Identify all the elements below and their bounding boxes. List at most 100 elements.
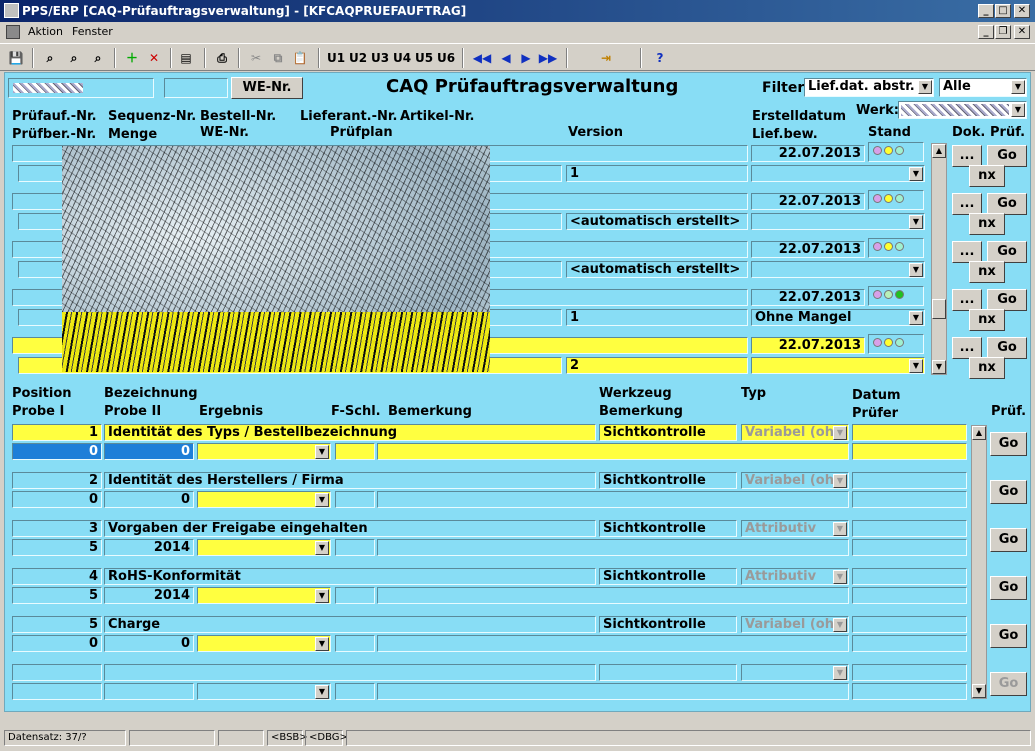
orders-scrollbar[interactable]: ▲ ▼	[931, 143, 947, 375]
scroll-thumb[interactable]	[932, 299, 946, 319]
nx-button[interactable]: nx	[969, 309, 1005, 331]
order-version[interactable]: 2	[566, 357, 748, 374]
query-execute-icon[interactable]: ⌕	[64, 48, 84, 68]
order-date[interactable]: 22.07.2013	[751, 337, 865, 354]
u3-button[interactable]: U3	[370, 48, 390, 68]
probe2-field[interactable]: 0	[104, 491, 194, 508]
chevron-down-icon[interactable]: ▼	[833, 474, 847, 488]
position-number[interactable]: 4	[12, 568, 102, 585]
liefbew-select[interactable]: ▼	[751, 213, 925, 230]
help-button[interactable]: ?	[650, 48, 670, 68]
position-datum[interactable]	[852, 616, 967, 633]
chevron-down-icon[interactable]: ▼	[315, 589, 329, 603]
chevron-down-icon[interactable]: ▼	[315, 541, 329, 555]
pruefer-field[interactable]	[852, 587, 967, 604]
position-werkzeug[interactable]: Sichtkontrolle	[599, 616, 737, 633]
bemerkung-field[interactable]	[377, 539, 849, 556]
probe2-field[interactable]: 0	[104, 443, 194, 460]
position-go-button[interactable]: Go	[990, 432, 1027, 456]
chevron-down-icon[interactable]: ▼	[833, 666, 847, 680]
liefbew-select[interactable]: Ohne Mangel ▼	[751, 309, 925, 326]
chevron-down-icon[interactable]: ▼	[315, 685, 329, 699]
position-go-button[interactable]: Go	[990, 480, 1027, 504]
position-go-button[interactable]: Go	[990, 576, 1027, 600]
position-bezeichnung[interactable]	[104, 664, 596, 681]
menu-aktion[interactable]: Aktion	[28, 25, 63, 38]
position-number[interactable]	[12, 664, 102, 681]
doc-button[interactable]: ...	[952, 337, 982, 359]
u6-button[interactable]: U6	[436, 48, 456, 68]
nx-button[interactable]: nx	[969, 213, 1005, 235]
position-bezeichnung[interactable]: Identität des Herstellers / Firma	[104, 472, 596, 489]
we-number-button[interactable]: WE-Nr.	[231, 77, 303, 99]
position-number[interactable]: 3	[12, 520, 102, 537]
probe1-field[interactable]: 0	[12, 491, 102, 508]
position-datum[interactable]	[852, 424, 967, 441]
insert-record-icon[interactable]: ＋	[122, 48, 142, 68]
position-werkzeug[interactable]: Sichtkontrolle	[599, 424, 737, 441]
bemerkung-field[interactable]	[377, 635, 849, 652]
menu-fenster[interactable]: Fenster	[72, 25, 113, 38]
position-typ-select[interactable]: Variabel (oh ▼	[741, 424, 849, 441]
child-restore-icon[interactable]: ❐	[995, 25, 1011, 39]
doc-button[interactable]: ...	[952, 241, 982, 263]
probe1-field[interactable]	[12, 683, 102, 700]
chevron-down-icon[interactable]: ▼	[315, 637, 329, 651]
chevron-down-icon[interactable]: ▼	[909, 311, 923, 325]
position-bezeichnung[interactable]: Vorgaben der Freigabe eingehalten	[104, 520, 596, 537]
chevron-down-icon[interactable]: ▼	[909, 215, 923, 229]
bemerkung-field[interactable]	[377, 491, 849, 508]
u5-button[interactable]: U5	[414, 48, 434, 68]
chevron-down-icon[interactable]: ▼	[833, 522, 847, 536]
fschl-field[interactable]	[335, 539, 375, 556]
ergebnis-select[interactable]: ▼	[197, 587, 331, 604]
scroll-up-icon[interactable]: ▲	[932, 144, 946, 158]
bemerkung-field[interactable]	[377, 587, 849, 604]
werk-select[interactable]: ▼	[898, 101, 1027, 119]
scroll-down-icon[interactable]: ▼	[972, 684, 986, 698]
position-typ-select[interactable]: ▼	[741, 664, 849, 681]
paste-icon[interactable]: 📋	[290, 48, 310, 68]
chevron-down-icon[interactable]: ▼	[315, 493, 329, 507]
position-datum[interactable]	[852, 472, 967, 489]
go-button[interactable]: Go	[987, 337, 1027, 359]
print-icon[interactable]: ⎙	[212, 48, 232, 68]
doc-button[interactable]: ...	[952, 193, 982, 215]
u1-button[interactable]: U1	[326, 48, 346, 68]
order-date[interactable]: 22.07.2013	[751, 145, 865, 162]
position-typ-select[interactable]: Attributiv ▼	[741, 520, 849, 537]
probe2-field[interactable]: 2014	[104, 539, 194, 556]
pruefer-field[interactable]	[852, 635, 967, 652]
liefbew-select[interactable]: ▼	[751, 357, 925, 374]
position-werkzeug[interactable]: Sichtkontrolle	[599, 568, 737, 585]
position-bezeichnung[interactable]: Identität des Typs / Bestellbezeichnung	[104, 424, 596, 441]
pruefer-field[interactable]	[852, 443, 967, 460]
filter2-select[interactable]: Alle ▼	[939, 78, 1027, 97]
ergebnis-select[interactable]: ▼	[197, 443, 331, 460]
position-werkzeug[interactable]	[599, 664, 737, 681]
scroll-down-icon[interactable]: ▼	[932, 360, 946, 374]
position-typ-select[interactable]: Variabel (oh ▼	[741, 472, 849, 489]
position-go-button[interactable]: Go	[990, 624, 1027, 648]
chevron-down-icon[interactable]: ▼	[833, 618, 847, 632]
nx-button[interactable]: nx	[969, 357, 1005, 379]
chevron-down-icon[interactable]: ▼	[833, 570, 847, 584]
liefbew-select[interactable]: ▼	[751, 261, 925, 278]
position-typ-select[interactable]: Attributiv ▼	[741, 568, 849, 585]
minimize-icon[interactable]: _	[978, 4, 994, 18]
go-button[interactable]: Go	[987, 241, 1027, 263]
doc-button[interactable]: ...	[952, 145, 982, 167]
position-typ-select[interactable]: Variabel (oh ▼	[741, 616, 849, 633]
doc-button[interactable]: ...	[952, 289, 982, 311]
probe2-field[interactable]	[104, 683, 194, 700]
order-date[interactable]: 22.07.2013	[751, 193, 865, 210]
fschl-field[interactable]	[335, 491, 375, 508]
first-record-icon[interactable]: ◀◀	[472, 48, 492, 68]
filter-select[interactable]: Lief.dat. abstr. ▼	[804, 78, 934, 97]
child-close-icon[interactable]: ✕	[1014, 25, 1030, 39]
probe1-field[interactable]: 5	[12, 587, 102, 604]
maximize-icon[interactable]: □	[995, 4, 1011, 18]
ergebnis-select[interactable]: ▼	[197, 491, 331, 508]
ergebnis-select[interactable]: ▼	[197, 539, 331, 556]
copy-icon[interactable]: ⧉	[268, 48, 288, 68]
